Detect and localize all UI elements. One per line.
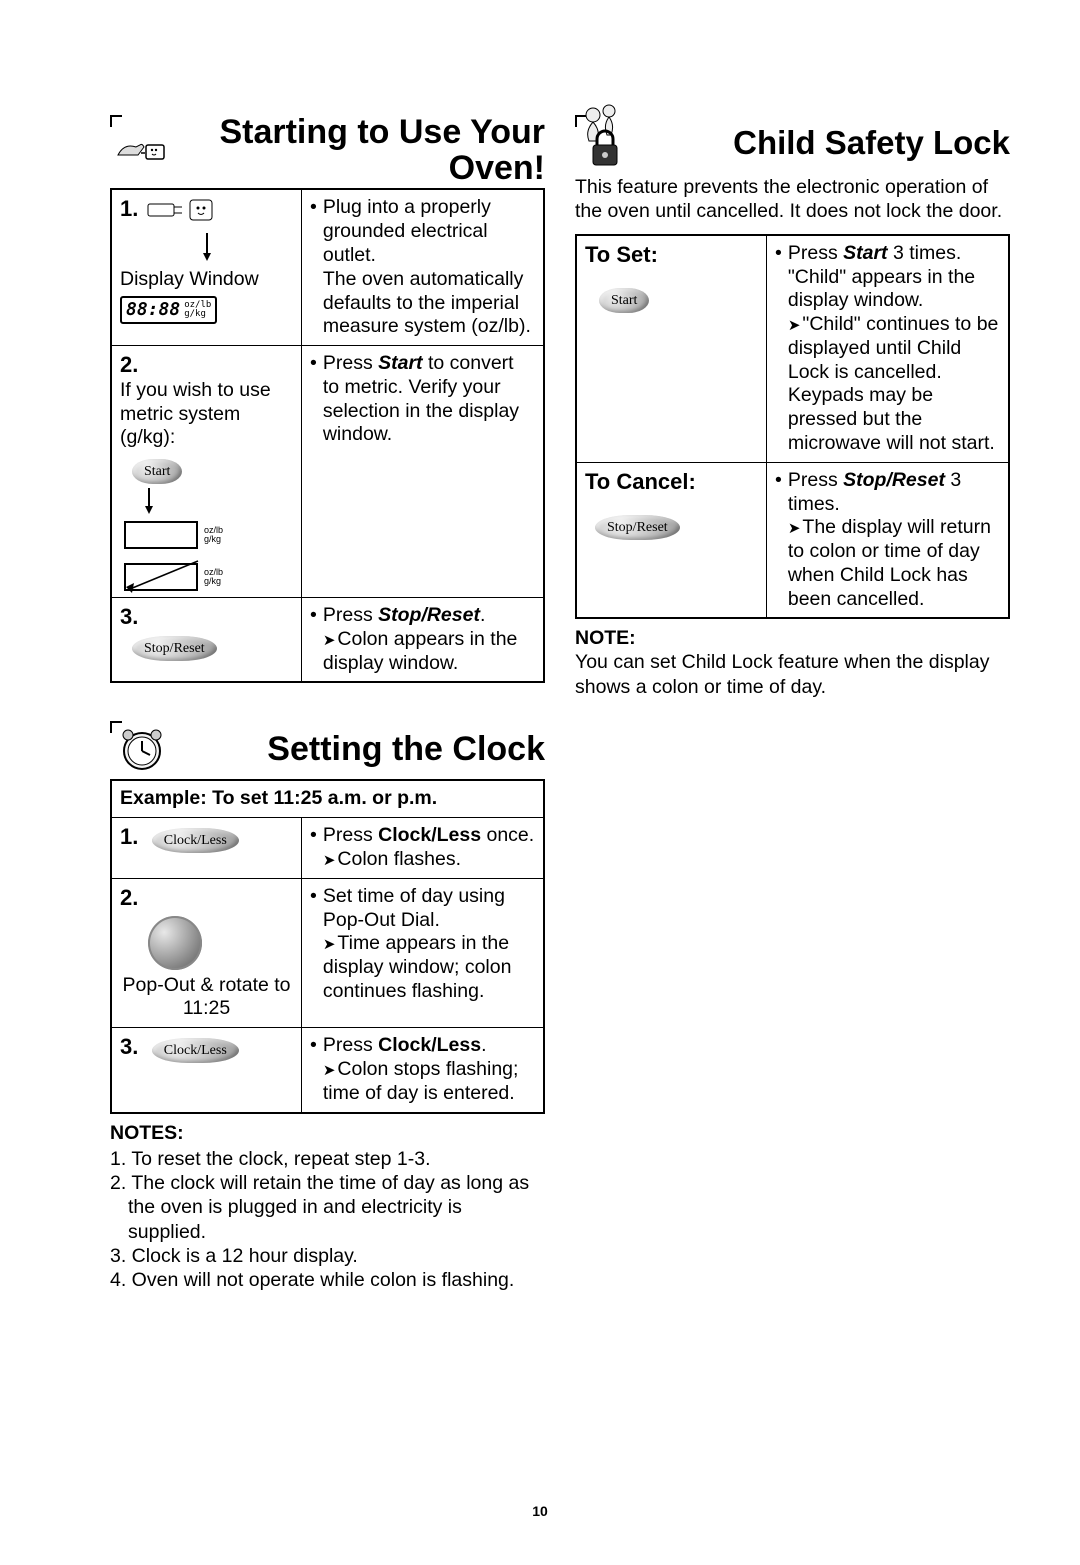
step1-text: Plug into a properly grounded electrical… <box>323 196 535 339</box>
clock-icon <box>114 721 170 777</box>
clock-step3-text: Press Clock/Less. Colon stops flashing; … <box>323 1034 535 1105</box>
starting-table: 1. <box>110 188 545 683</box>
clock-note: 4. Oven will not operate while colon is … <box>110 1268 545 1292</box>
stop-reset-button-icon: Stop/Reset <box>595 515 680 540</box>
clock-step2-text: Set time of day using Pop-Out Dial. Time… <box>323 885 535 1004</box>
lock-cancel-label: To Cancel: <box>585 469 758 496</box>
start-button-icon: Start <box>599 288 649 313</box>
hand-oven-icon <box>114 123 170 179</box>
clock-note: 1. To reset the clock, repeat step 1-3. <box>110 1147 545 1171</box>
clock-table: Example: To set 11:25 a.m. or p.m. 1. Cl… <box>110 779 545 1113</box>
lock-set-text: Press Start 3 times. "Child" appears in … <box>788 242 1000 456</box>
plug-outlet-icon <box>146 196 216 231</box>
display-window-label: Display Window <box>120 268 293 292</box>
lock-note-text: You can set Child Lock feature when the … <box>575 650 1010 699</box>
step-number: 1. <box>120 196 138 223</box>
clock-step1-text: Press Clock/Less once. Colon flashes. <box>323 824 534 872</box>
step-number: 3. <box>120 1034 138 1059</box>
clock-example: Example: To set 11:25 a.m. or p.m. <box>111 780 544 817</box>
stop-reset-button-icon: Stop/Reset <box>132 636 217 661</box>
step-number: 3. <box>120 604 138 629</box>
start-button-icon: Start <box>132 459 182 484</box>
lock-note-label: NOTE: <box>575 627 1010 650</box>
page-number: 10 <box>0 1503 1080 1519</box>
clock-step2-left: Pop-Out & rotate to 11:25 <box>120 974 293 1022</box>
display-blank-icon <box>124 521 198 549</box>
step-number: 1. <box>120 824 138 849</box>
section-header-lock: Child Safety Lock <box>575 115 1010 171</box>
clock-note: 2. The clock will retain the time of day… <box>110 1171 545 1244</box>
lock-set-label: To Set: <box>585 242 758 269</box>
section-title-starting: Starting to Use Your Oven! <box>176 115 545 186</box>
lock-table: To Set: Start • Press Start 3 times. "Ch… <box>575 234 1010 620</box>
clock-less-button-icon: Clock/Less <box>152 828 239 853</box>
clock-less-button-icon: Clock/Less <box>152 1038 239 1063</box>
display-window-icon: 88:88 oz/lb g/kg <box>120 296 217 324</box>
clock-note: 3. Clock is a 12 hour display. <box>110 1244 545 1268</box>
section-title-clock: Setting the Clock <box>176 732 545 768</box>
step-number: 2. <box>120 885 138 910</box>
clock-notes-label: NOTES: <box>110 1122 545 1145</box>
step2-left-text: If you wish to use metric system (g/kg): <box>120 379 293 450</box>
step3-text: Press Stop/Reset. Colon appears in the d… <box>323 604 535 675</box>
child-lock-icon <box>577 115 633 171</box>
lock-intro: This feature prevents the electronic ope… <box>575 175 1010 224</box>
section-title-lock: Child Safety Lock <box>639 126 1010 161</box>
step-number: 2. <box>120 352 138 377</box>
step2-text: Press Start to convert to metric. Verify… <box>323 352 535 447</box>
lock-cancel-text: Press Stop/Reset 3 times. The display wi… <box>788 469 1000 612</box>
section-header-clock: Setting the Clock <box>110 721 545 777</box>
section-header-starting: Starting to Use Your Oven! <box>110 115 545 186</box>
pop-out-dial-icon <box>148 916 202 970</box>
